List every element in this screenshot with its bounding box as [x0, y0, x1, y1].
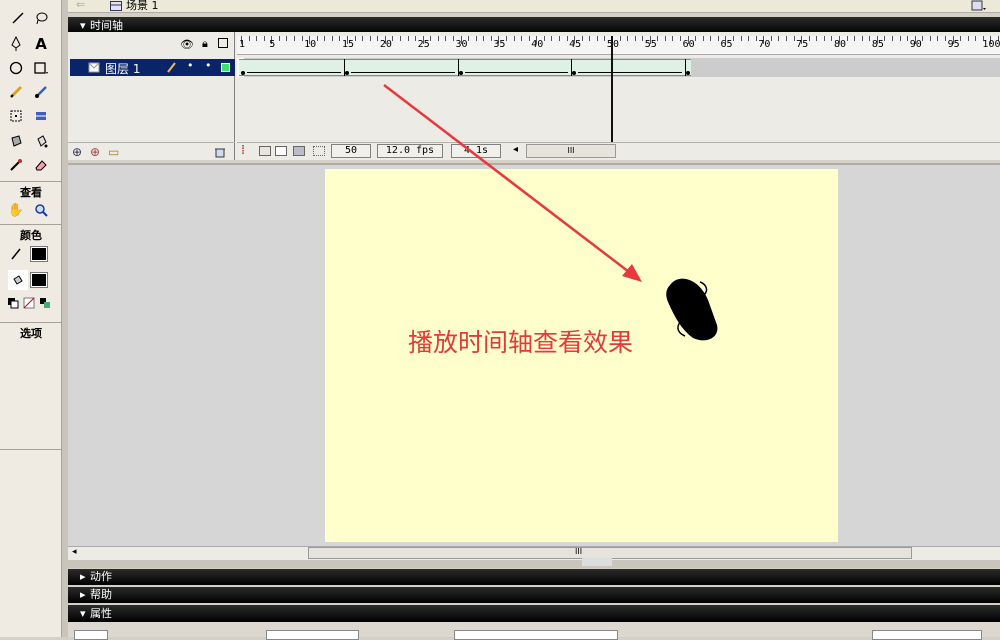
actions-panel-header[interactable]: ▸ 动作	[68, 569, 1000, 585]
red-arrow-line	[383, 84, 634, 276]
annotation-layer	[383, 84, 718, 341]
properties-panel-header[interactable]: ▾ 属性	[68, 605, 1000, 622]
properties-panel-title: 属性	[90, 607, 112, 620]
property-field[interactable]	[872, 630, 982, 640]
properties-thumb	[74, 630, 108, 640]
property-field[interactable]	[454, 630, 618, 640]
collapse-triangle-icon: ▾	[80, 607, 86, 620]
hscroll-grip: III	[575, 547, 583, 556]
expand-triangle-icon: ▸	[80, 570, 86, 583]
car-shape[interactable]	[666, 278, 718, 341]
expand-triangle-icon: ▸	[80, 588, 86, 601]
panel-grip[interactable]	[582, 558, 612, 566]
help-panel-title: 帮助	[90, 588, 112, 601]
property-field[interactable]	[266, 630, 359, 640]
hscroll-left-icon[interactable]: ◂	[72, 547, 77, 557]
help-panel-header[interactable]: ▸ 帮助	[68, 587, 1000, 603]
actions-panel-title: 动作	[90, 570, 112, 583]
red-arrow-head	[622, 264, 642, 282]
stage-bottom-edge	[68, 558, 1000, 568]
